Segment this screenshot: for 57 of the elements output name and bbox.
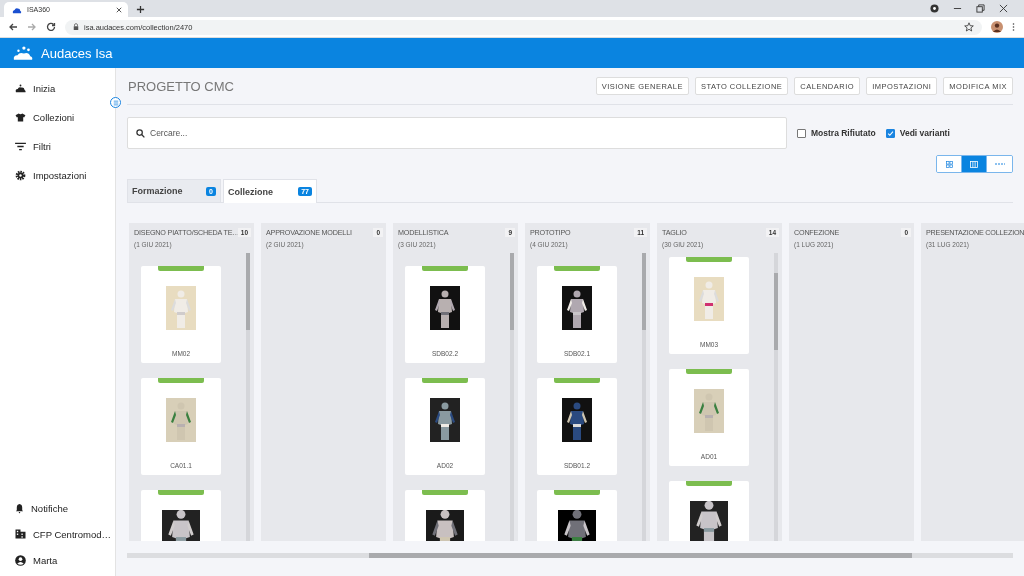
- scrollbar-thumb[interactable]: [642, 253, 646, 330]
- status-bar: [686, 257, 732, 262]
- status-bar: [554, 266, 600, 271]
- sidebar-item[interactable]: Marta: [0, 547, 115, 573]
- building-icon: [15, 529, 26, 539]
- sidebar-item[interactable]: Impostazioni: [0, 161, 115, 190]
- status-bar: [422, 490, 468, 495]
- status-bar: [158, 490, 204, 495]
- dashes-icon: [994, 162, 1005, 166]
- checkbox-label: Mostra Rifiutato: [811, 128, 876, 138]
- grid-view-button[interactable]: [937, 156, 962, 172]
- user-icon: [15, 554, 26, 566]
- status-bar: [422, 378, 468, 383]
- record-icon[interactable]: [930, 4, 939, 13]
- page-title: PROGETTO CMC: [127, 78, 234, 94]
- scrollbar-thumb[interactable]: [510, 253, 514, 330]
- new-tab-icon[interactable]: [136, 5, 145, 14]
- columns-icon: [970, 160, 978, 168]
- filter-icon: [15, 142, 26, 151]
- restore-icon[interactable]: [976, 4, 985, 13]
- status-bar: [422, 266, 468, 271]
- status-bar: [554, 490, 600, 495]
- status-bar: [158, 266, 204, 271]
- back-icon[interactable]: [8, 22, 18, 32]
- scrollbar-thumb[interactable]: [369, 553, 912, 558]
- checkbox-label: Vedi varianti: [899, 128, 950, 138]
- shirt-icon: [15, 113, 26, 122]
- grid-icon: [945, 160, 953, 168]
- status-bar: [158, 378, 204, 383]
- avatar-icon[interactable]: [991, 21, 1003, 33]
- collapse-button[interactable]: [110, 97, 121, 108]
- app-title: Audaces Isa: [41, 45, 113, 61]
- scrollbar-thumb[interactable]: [774, 273, 778, 350]
- close-icon[interactable]: [999, 4, 1008, 13]
- star-icon[interactable]: [964, 22, 974, 32]
- status-bar: [686, 369, 732, 374]
- sidebar-item[interactable]: Notifiche: [0, 495, 115, 521]
- search-field[interactable]: Cercare...: [127, 117, 787, 149]
- lock-icon: [73, 23, 79, 31]
- cloud-logo-icon: [13, 45, 33, 61]
- sidebar-item[interactable]: CFP Centromod…: [0, 521, 115, 547]
- status-bar: [686, 481, 732, 486]
- columns-view-button[interactable]: [962, 156, 987, 172]
- scrollbar-thumb[interactable]: [246, 253, 250, 330]
- reload-icon[interactable]: [46, 22, 56, 32]
- status-bar: [554, 378, 600, 383]
- sidebar-item[interactable]: Inizia: [0, 74, 115, 103]
- bell-icon: [15, 502, 24, 514]
- close-icon[interactable]: [116, 6, 122, 13]
- checkbox[interactable]: [797, 128, 806, 138]
- search-icon: [136, 129, 145, 138]
- view-toggle[interactable]: [936, 155, 1013, 173]
- checkbox[interactable]: [885, 128, 895, 138]
- sidebar-item[interactable]: Collezioni: [0, 103, 115, 132]
- menu-icon[interactable]: [1012, 22, 1015, 32]
- gear-icon: [15, 170, 26, 181]
- sidebar-item[interactable]: Filtri: [0, 132, 115, 161]
